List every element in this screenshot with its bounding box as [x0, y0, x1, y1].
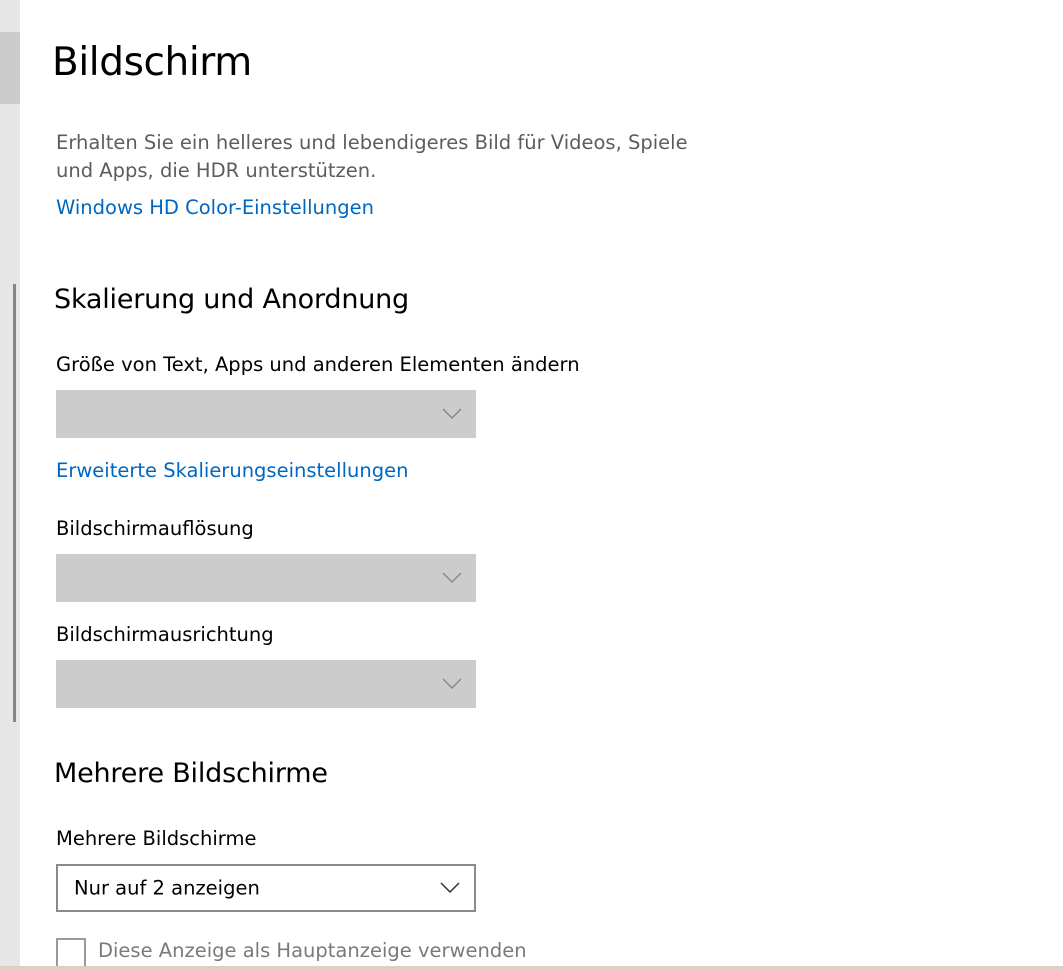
scaling-section-title: Skalierung und Anordnung [54, 284, 409, 315]
multi-display-value: Nur auf 2 anzeigen [74, 876, 260, 900]
text-size-dropdown[interactable] [56, 390, 476, 438]
multi-display-label: Mehrere Bildschirme [56, 827, 257, 850]
chevron-down-icon [442, 678, 462, 690]
orientation-label: Bildschirmausrichtung [56, 623, 274, 646]
nav-rail [0, 0, 20, 969]
text-size-label: Größe von Text, Apps und anderen Element… [56, 353, 580, 376]
chevron-down-icon [442, 572, 462, 584]
main-display-checkbox[interactable] [56, 938, 86, 968]
nav-rail-selected-item[interactable] [0, 32, 20, 104]
hd-color-settings-link[interactable]: Windows HD Color-Einstellungen [56, 196, 374, 219]
chevron-down-icon [442, 408, 462, 420]
advanced-scaling-link[interactable]: Erweiterte Skalierungseinstellungen [56, 459, 408, 482]
page-title: Bildschirm [52, 40, 252, 85]
orientation-dropdown[interactable] [56, 660, 476, 708]
resolution-label: Bildschirmauflösung [56, 517, 254, 540]
settings-content: Bildschirm Erhalten Sie ein helleres und… [20, 0, 1063, 969]
multi-display-dropdown[interactable]: Nur auf 2 anzeigen [56, 864, 476, 912]
resolution-dropdown[interactable] [56, 554, 476, 602]
chevron-down-icon [440, 882, 460, 894]
scrollbar-thumb[interactable] [13, 284, 16, 722]
hdr-description: Erhalten Sie ein helleres und lebendiger… [56, 131, 688, 182]
multi-display-section-title: Mehrere Bildschirme [54, 758, 328, 789]
main-display-checkbox-label: Diese Anzeige als Hauptanzeige verwenden [98, 939, 527, 962]
